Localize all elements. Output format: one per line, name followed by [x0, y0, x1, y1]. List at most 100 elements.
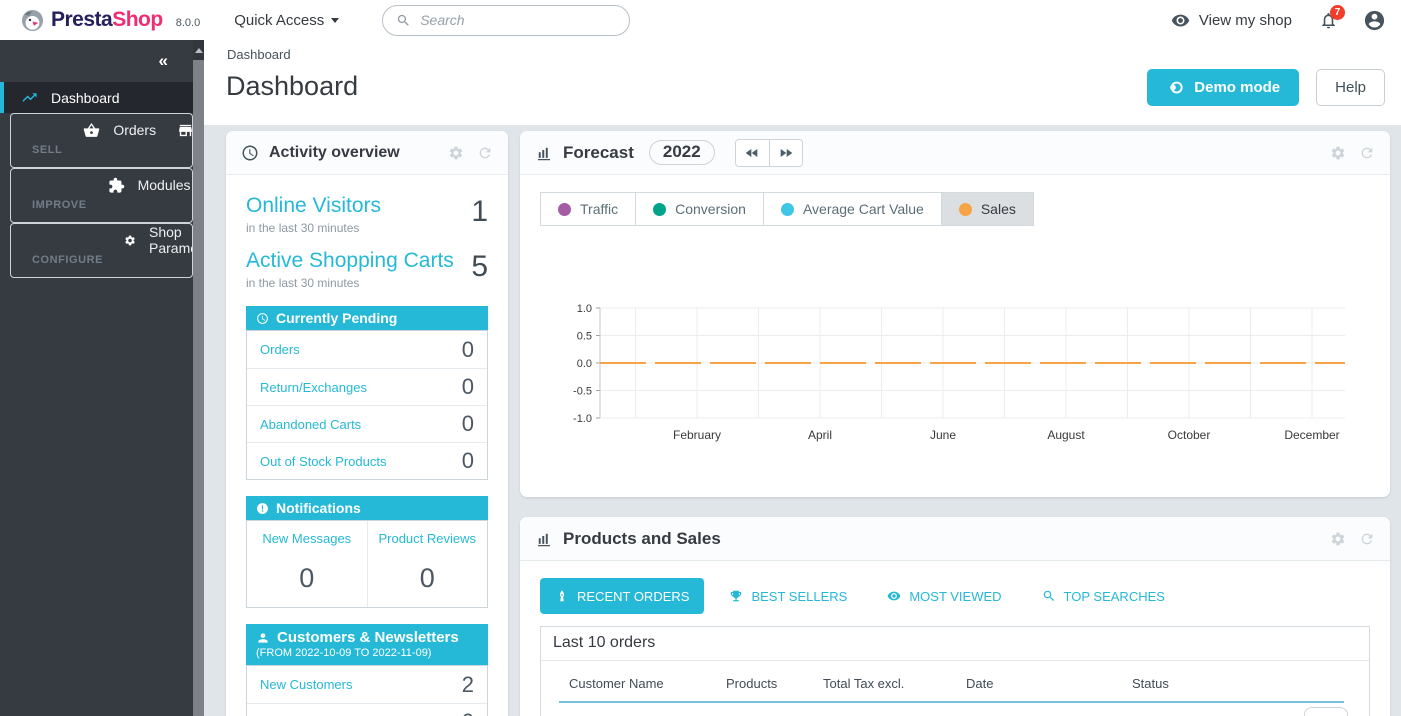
tab-traffic[interactable]: Traffic [540, 192, 636, 226]
chevron-up-icon [195, 48, 203, 53]
tab-conversion[interactable]: Conversion [635, 192, 764, 226]
breadcrumb[interactable]: Dashboard [227, 47, 291, 62]
pending-row-out-of-stock[interactable]: Out of Stock Products0 [247, 442, 487, 479]
demo-mode-button[interactable]: Demo mode [1147, 69, 1299, 106]
products-tabs: RECENT ORDERS BEST SELLERS MOST VIEWED T… [540, 578, 1180, 614]
puzzle-icon [108, 177, 125, 194]
global-search[interactable] [382, 5, 630, 36]
gear-icon[interactable] [1330, 145, 1346, 161]
gear-icon [124, 232, 136, 249]
last-orders-title: Last 10 orders [541, 627, 1369, 661]
version-label: 8.0.0 [176, 17, 200, 29]
notifications-bell[interactable]: 7 [1319, 11, 1338, 30]
svg-text:August: August [1047, 428, 1085, 442]
bar-chart-icon [535, 530, 553, 548]
metric-subtitle: in the last 30 minutes [246, 221, 381, 235]
order-table-row [541, 703, 1369, 716]
sidebar-item-shop-parameters[interactable]: Shop Parameters [103, 224, 193, 256]
eye-icon [887, 589, 901, 603]
pending-row-abandoned-carts[interactable]: Abandoned Carts0 [247, 405, 487, 442]
column-products: Products [726, 676, 823, 691]
svg-text:December: December [1284, 428, 1339, 442]
column-customer-name: Customer Name [569, 676, 726, 691]
sales-dot-icon [959, 203, 972, 216]
pending-row-returns[interactable]: Return/Exchanges0 [247, 368, 487, 405]
collapse-icon: « [159, 51, 168, 71]
sidebar-item-orders[interactable]: Orders [62, 114, 156, 146]
year-selector[interactable]: 2022 [649, 140, 715, 165]
traffic-dot-icon [558, 203, 571, 216]
currently-pending-header: Currently Pending [246, 306, 488, 330]
forecast-chart: 1.00.50.0-0.5-1.0FebruaryAprilJuneAugust… [520, 294, 1370, 454]
chevron-down-icon [331, 18, 339, 23]
conversion-dot-icon [653, 203, 666, 216]
sidebar-section-configure: CONFIGURE [32, 254, 103, 266]
active-carts-link[interactable]: Active Shopping Carts [246, 249, 454, 272]
gear-icon[interactable] [1330, 531, 1346, 547]
sidebar-item-dashboard[interactable]: Dashboard [0, 82, 193, 113]
tab-recent-orders[interactable]: RECENT ORDERS [540, 578, 704, 614]
sidebar-collapse-button[interactable]: « [0, 40, 193, 82]
sidebar-scrollbar[interactable] [193, 40, 204, 716]
alert-icon [256, 502, 269, 515]
top-bar: PrestaShop 8.0.0 Quick Access View my sh… [0, 0, 1401, 40]
customers-newsletters-list: New Customers2 New Subscriptions0 [246, 665, 488, 716]
sidebar-item-modules[interactable]: Modules [87, 169, 191, 201]
sidebar-item-catalog[interactable]: Catalog [156, 114, 193, 146]
fast-forward-icon [778, 145, 794, 161]
forecast-panel: Forecast 2022 Traffic Conversion Average… [520, 131, 1390, 497]
refresh-icon[interactable] [1359, 531, 1375, 547]
active-carts-value: 5 [471, 252, 488, 290]
help-button[interactable]: Help [1316, 69, 1385, 106]
scrollbar-thumb[interactable] [193, 60, 204, 716]
account-icon [1363, 9, 1386, 32]
customers-newsletters-header: Customers & Newsletters (FROM 2022-10-09… [246, 624, 488, 665]
clock-icon [241, 144, 259, 162]
search-input[interactable] [420, 12, 616, 28]
previous-year-button[interactable] [736, 140, 769, 166]
tab-sales[interactable]: Sales [941, 192, 1034, 226]
svg-text:1.0: 1.0 [577, 303, 592, 315]
bar-chart-icon [535, 144, 553, 162]
currently-pending-list: Orders0 Return/Exchanges0 Abandoned Cart… [246, 330, 488, 480]
quick-access-dropdown[interactable]: Quick Access [234, 12, 339, 29]
order-details-button[interactable] [1304, 707, 1348, 716]
svg-text:-0.5: -0.5 [573, 386, 592, 398]
column-date: Date [966, 676, 1132, 691]
next-year-button[interactable] [769, 140, 802, 166]
acv-dot-icon [781, 203, 794, 216]
metric-subtitle: in the last 30 minutes [246, 276, 454, 290]
product-reviews-cell[interactable]: Product Reviews 0 [367, 521, 488, 607]
notifications-box: New Messages 0 Product Reviews 0 [246, 520, 488, 608]
svg-text:October: October [1168, 428, 1211, 442]
svg-text:April: April [808, 428, 832, 442]
new-messages-cell[interactable]: New Messages 0 [247, 521, 367, 607]
view-my-shop-link[interactable]: View my shop [1171, 11, 1292, 30]
rewind-icon [744, 145, 760, 161]
toggle-icon [1166, 78, 1185, 97]
online-visitors-link[interactable]: Online Visitors [246, 194, 381, 217]
gear-icon[interactable] [448, 145, 464, 161]
pending-row-orders[interactable]: Orders0 [247, 331, 487, 368]
notifications-header: Notifications [246, 496, 488, 520]
tab-average-cart-value[interactable]: Average Cart Value [763, 192, 942, 226]
tab-top-searches[interactable]: TOP SEARCHES [1027, 578, 1180, 614]
sidebar: « Dashboard SELL Orders Catalog Customer… [0, 40, 193, 716]
svg-text:-1.0: -1.0 [573, 413, 592, 425]
scrollbar-up-button[interactable] [193, 40, 204, 60]
new-subscriptions-row[interactable]: New Subscriptions0 [247, 703, 487, 716]
refresh-icon[interactable] [477, 145, 493, 161]
active-carts-metric: Active Shopping Carts in the last 30 min… [246, 249, 488, 290]
tab-most-viewed[interactable]: MOST VIEWED [872, 578, 1016, 614]
last-orders-box: Last 10 orders Customer Name Products To… [540, 626, 1370, 716]
sidebar-section-improve: IMPROVE [32, 199, 87, 211]
new-customers-row[interactable]: New Customers2 [247, 666, 487, 703]
prestashop-logo[interactable]: PrestaShop 8.0.0 [21, 8, 200, 32]
clock-icon [256, 312, 269, 325]
user-avatar[interactable] [1363, 9, 1386, 32]
svg-text:June: June [930, 428, 956, 442]
tab-best-sellers[interactable]: BEST SELLERS [714, 578, 862, 614]
refresh-icon[interactable] [1359, 145, 1375, 161]
online-visitors-value: 1 [471, 197, 488, 235]
search-icon [396, 13, 411, 28]
